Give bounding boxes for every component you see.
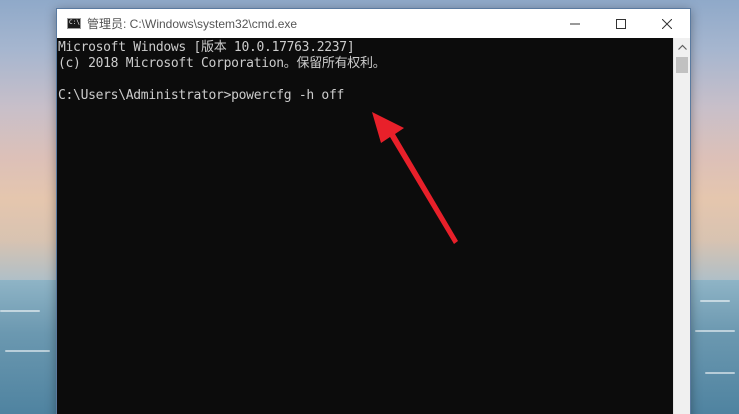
wave	[700, 300, 730, 302]
desktop-background: 管理员: C:\Windows\system32\cmd.exe	[0, 0, 739, 414]
cmd-window: 管理员: C:\Windows\system32\cmd.exe	[56, 8, 691, 414]
wave	[5, 350, 50, 352]
console-line-command: C:\Users\Administrator>powercfg -h off	[58, 88, 345, 103]
maximize-button[interactable]	[598, 9, 644, 38]
close-button[interactable]	[644, 9, 690, 38]
scroll-up-button[interactable]	[674, 38, 690, 55]
wave	[695, 330, 735, 332]
cmd-app-icon[interactable]	[67, 18, 81, 29]
maximize-icon	[616, 18, 626, 29]
wave	[705, 372, 735, 374]
minimize-button[interactable]	[552, 9, 598, 38]
console-line-copyright: (c) 2018 Microsoft Corporation。保留所有权利。	[58, 56, 386, 71]
console-line-version: Microsoft Windows [版本 10.0.17763.2237]	[58, 40, 355, 55]
vertical-scrollbar[interactable]	[673, 38, 690, 414]
close-icon	[662, 18, 672, 29]
window-title: 管理员: C:\Windows\system32\cmd.exe	[87, 17, 298, 31]
scroll-thumb[interactable]	[676, 57, 688, 73]
title-bar[interactable]: 管理员: C:\Windows\system32\cmd.exe	[57, 9, 690, 38]
wave	[0, 310, 40, 312]
minimize-icon	[570, 23, 580, 24]
console-output[interactable]: Microsoft Windows [版本 10.0.17763.2237] (…	[57, 38, 673, 414]
chevron-up-icon	[677, 44, 687, 50]
window-controls	[552, 9, 690, 38]
